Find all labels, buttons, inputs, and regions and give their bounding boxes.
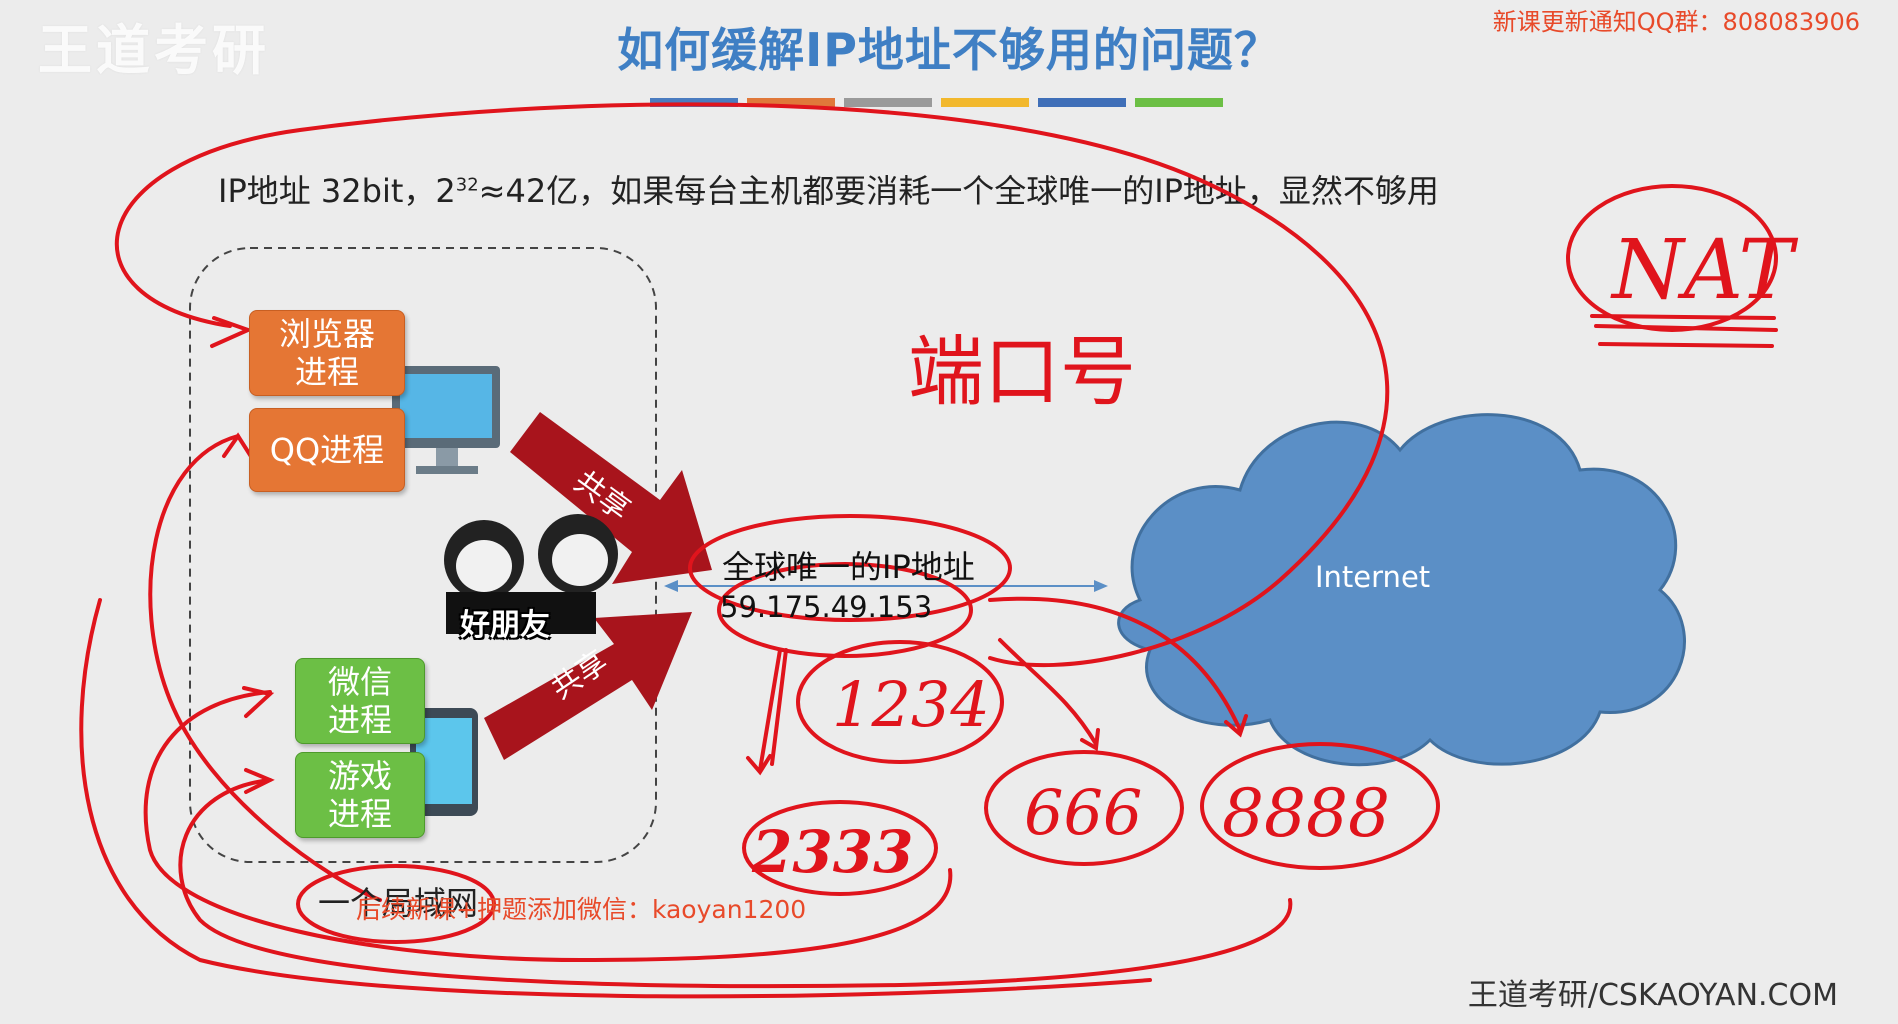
port-1234: 1234 — [832, 668, 990, 741]
footer-brand: 王道考研/CSKAOYAN.COM — [1467, 978, 1838, 1013]
port-666: 666 — [1024, 776, 1142, 849]
wechat-notice: 后续新课+押题添加微信：kaoyan1200 — [356, 895, 807, 924]
nat-annotation: NAT — [1610, 223, 1798, 318]
diagram-canvas: 端口号 NAT 1234 2333 666 8888 共享 共享 — [79, 102, 1798, 999]
qq-process-box: QQ进程 — [249, 408, 405, 492]
global-ip-label: 全球唯一的IP地址 — [722, 548, 975, 586]
internet-label: Internet — [1315, 560, 1431, 594]
port-8888: 8888 — [1222, 775, 1390, 852]
port-number-annotation: 端口号 — [908, 327, 1136, 416]
global-ip-address: 59.175.49.153 — [720, 590, 933, 624]
desktop-computer-icon — [392, 366, 500, 474]
wechat-process-box: 微信 进程 — [295, 658, 425, 744]
port-2333: 2333 — [751, 818, 913, 886]
friends-caption: 好朋友 — [460, 608, 550, 643]
browser-process-box: 浏览器 进程 — [249, 310, 405, 396]
game-process-box: 游戏 进程 — [295, 752, 425, 838]
